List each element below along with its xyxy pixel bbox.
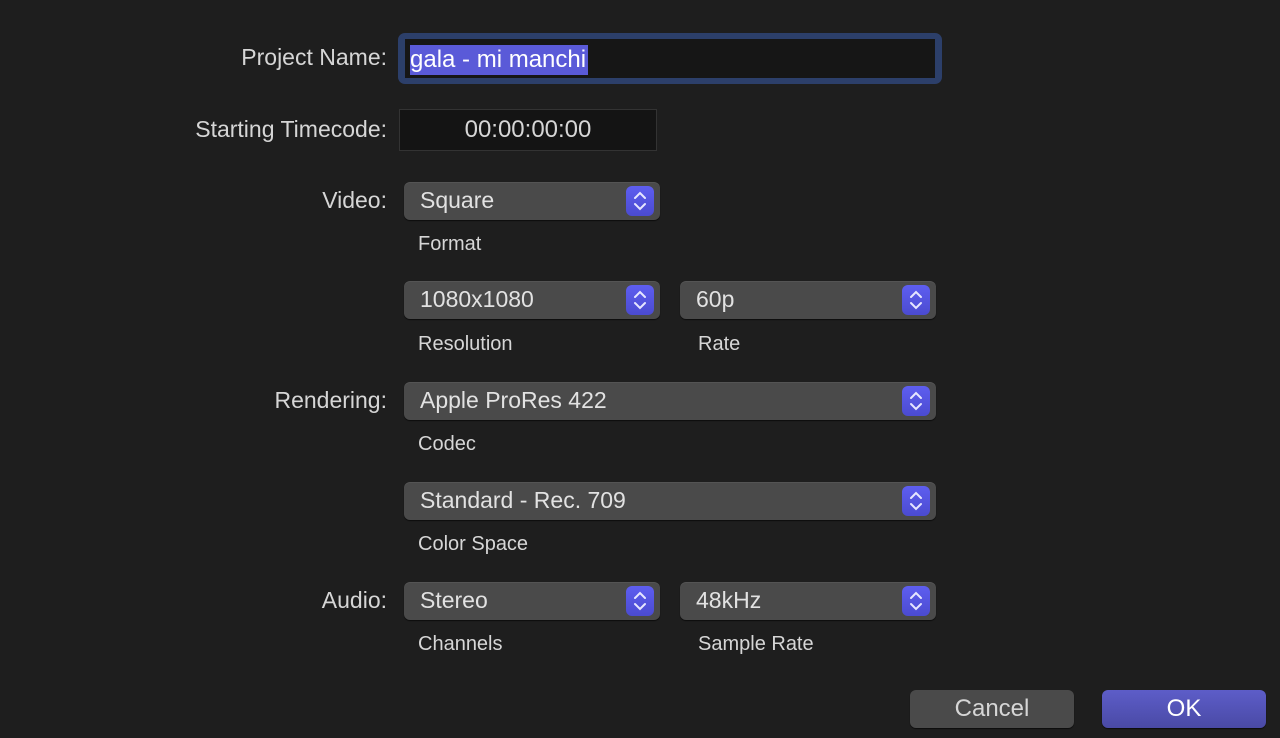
video-label: Video: [322, 187, 387, 213]
resolution-value: 1080x1080 [420, 286, 534, 312]
color-space-value: Standard - Rec. 709 [420, 487, 626, 513]
cancel-button[interactable]: Cancel [910, 690, 1074, 728]
stepper-chevrons-icon [626, 586, 654, 616]
starting-timecode-field[interactable]: 00:00:00:00 [399, 109, 657, 151]
color-space-popup[interactable]: Standard - Rec. 709 [404, 482, 936, 520]
channels-value: Stereo [420, 587, 488, 613]
stepper-chevrons-icon [626, 186, 654, 216]
resolution-caption: Resolution [418, 333, 513, 355]
format-caption: Format [418, 233, 482, 255]
rendering-label: Rendering: [274, 387, 387, 413]
channels-caption: Channels [418, 633, 503, 655]
codec-popup[interactable]: Apple ProRes 422 [404, 382, 936, 420]
rate-caption: Rate [698, 333, 741, 355]
rate-popup[interactable]: 60p [680, 281, 936, 319]
stepper-chevrons-icon [902, 486, 930, 516]
stepper-chevrons-icon [902, 586, 930, 616]
sample-rate-caption: Sample Rate [698, 633, 814, 655]
sample-rate-value: 48kHz [696, 587, 762, 613]
channels-popup[interactable]: Stereo [404, 582, 660, 620]
codec-value: Apple ProRes 422 [420, 387, 607, 413]
color-space-caption: Color Space [418, 533, 529, 555]
project-name-value[interactable]: gala - mi manchi [410, 45, 589, 75]
resolution-popup[interactable]: 1080x1080 [404, 281, 660, 319]
sample-rate-popup[interactable]: 48kHz [680, 582, 936, 620]
project-name-field[interactable]: gala - mi manchi [398, 33, 942, 84]
ok-button[interactable]: OK [1102, 690, 1266, 728]
stepper-chevrons-icon [902, 386, 930, 416]
format-popup[interactable]: Square [404, 182, 660, 220]
format-value: Square [420, 187, 495, 213]
codec-caption: Codec [418, 433, 476, 455]
audio-label: Audio: [321, 587, 387, 613]
stepper-chevrons-icon [626, 285, 654, 315]
project-name-label: Project Name: [241, 44, 387, 70]
starting-timecode-label: Starting Timecode: [195, 116, 387, 142]
rate-value: 60p [696, 286, 735, 312]
stepper-chevrons-icon [902, 285, 930, 315]
